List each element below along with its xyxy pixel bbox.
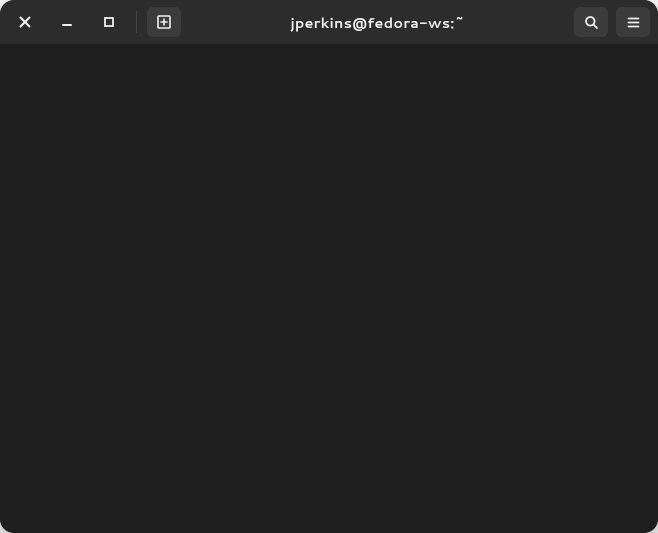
menu-button[interactable] bbox=[616, 7, 650, 37]
new-tab-button[interactable] bbox=[147, 7, 181, 37]
terminal-viewport[interactable]: [jperkins@fedora-ws ~]$ find . -xtype l … bbox=[0, 44, 658, 533]
search-icon bbox=[584, 15, 599, 30]
scroll-spacer bbox=[10, 44, 648, 527]
close-icon bbox=[19, 16, 31, 28]
titlebar-divider bbox=[136, 11, 137, 33]
new-tab-icon bbox=[156, 14, 172, 30]
maximize-icon bbox=[103, 16, 115, 28]
titlebar: jperkins@fedora-ws:~ bbox=[0, 0, 658, 44]
close-button[interactable] bbox=[8, 7, 42, 37]
minimize-icon bbox=[61, 16, 73, 28]
search-button[interactable] bbox=[574, 7, 608, 37]
minimize-button[interactable] bbox=[50, 7, 84, 37]
window-title: jperkins@fedora-ws:~ bbox=[189, 12, 566, 33]
hamburger-icon bbox=[626, 15, 641, 30]
maximize-button[interactable] bbox=[92, 7, 126, 37]
titlebar-right-group bbox=[574, 7, 650, 37]
terminal-window: jperkins@fedora-ws:~ [jperkins@fedora-ws… bbox=[0, 0, 658, 533]
